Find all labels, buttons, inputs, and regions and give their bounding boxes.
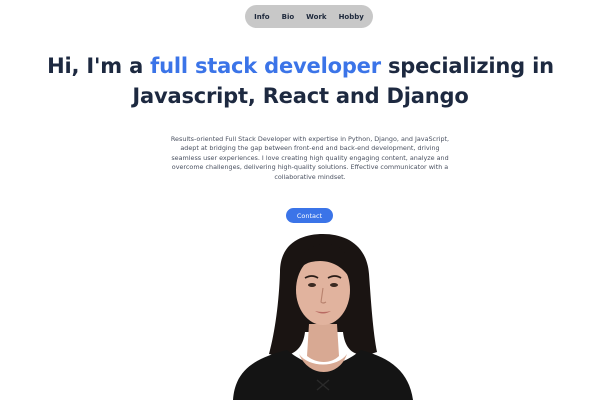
contact-button[interactable]: Contact (286, 208, 333, 223)
portrait-eye-left (308, 283, 316, 287)
hero-heading-accent: full stack developer (150, 54, 381, 78)
nav-item-bio[interactable]: Bio (276, 13, 301, 21)
nav-item-info[interactable]: Info (248, 13, 275, 21)
hero-heading-prefix: Hi, I'm a (47, 54, 151, 78)
hero-bio: Results-oriented Full Stack Developer wi… (170, 135, 450, 181)
top-nav: Info Bio Work Hobby (245, 5, 373, 28)
nav-item-hobby[interactable]: Hobby (333, 13, 370, 21)
hero-heading: Hi, I'm a full stack developer specializ… (0, 51, 601, 111)
portrait-eye-right (330, 283, 338, 287)
profile-portrait (233, 234, 413, 400)
portrait-neck (307, 324, 339, 362)
nav-item-work[interactable]: Work (300, 13, 332, 21)
